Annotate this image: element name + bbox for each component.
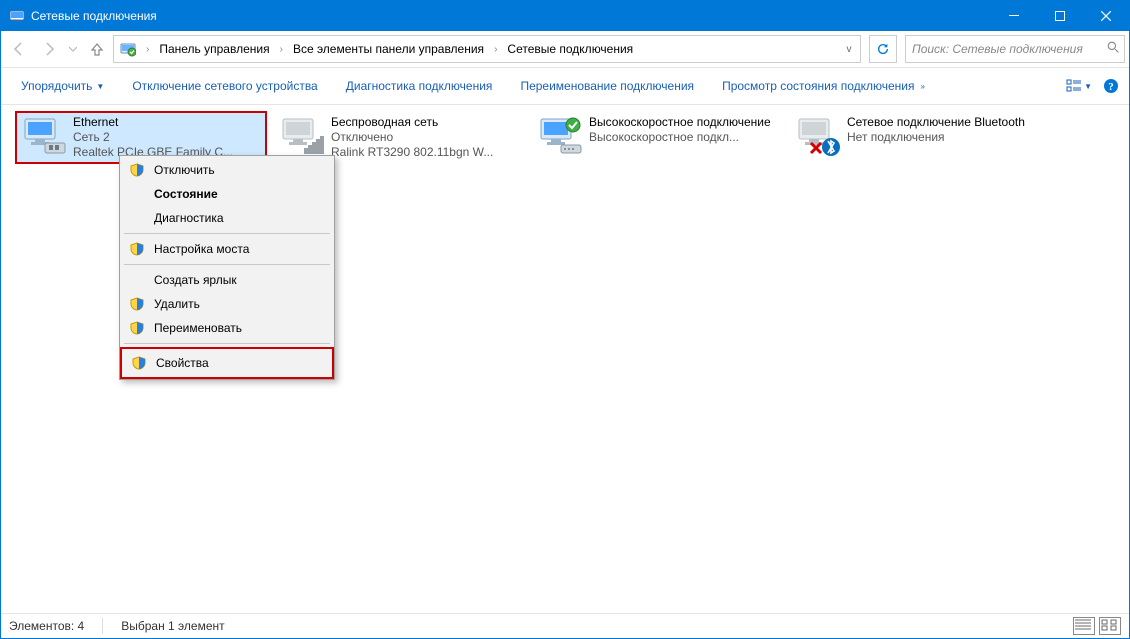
menu-rename[interactable]: Переименовать <box>122 316 332 340</box>
menu-label: Свойства <box>156 356 320 370</box>
history-dropdown[interactable] <box>65 35 81 63</box>
chevron-right-icon[interactable]: › <box>140 44 155 55</box>
menu-label: Диагностика <box>154 211 322 225</box>
cmd-label: Переименование подключения <box>520 79 694 93</box>
menu-label: Состояние <box>154 187 322 201</box>
organize-label: Упорядочить <box>21 79 92 93</box>
shield-icon <box>128 240 146 258</box>
status-selection: Выбран 1 элемент <box>121 619 224 633</box>
chevron-right-icon[interactable]: › <box>488 44 503 55</box>
status-bar: Элементов: 4 Выбран 1 элемент <box>1 613 1129 638</box>
title-bar[interactable]: Сетевые подключения <box>1 1 1129 31</box>
shield-icon <box>128 161 146 179</box>
connection-name: Ethernet <box>73 115 263 130</box>
window-title: Сетевые подключения <box>31 9 157 23</box>
chevron-down-icon: ▼ <box>1084 82 1092 91</box>
menu-label: Настройка моста <box>154 242 322 256</box>
menu-create-shortcut[interactable]: Создать ярлык <box>122 268 332 292</box>
cmd-label: Отключение сетевого устройства <box>132 79 317 93</box>
menu-disable[interactable]: Отключить <box>122 158 332 182</box>
menu-separator <box>124 233 330 234</box>
diagnose-cmd[interactable]: Диагностика подключения <box>332 68 507 104</box>
menu-properties[interactable]: Свойства <box>124 351 330 375</box>
menu-status[interactable]: Состояние <box>122 182 332 206</box>
wifi-icon <box>277 115 325 157</box>
breadcrumb-mid[interactable]: Все элементы панели управления <box>289 42 488 56</box>
shield-icon <box>128 295 146 313</box>
search-input[interactable] <box>910 41 1103 57</box>
breadcrumb-dropdown[interactable]: v <box>840 44 858 55</box>
cmd-label: Диагностика подключения <box>346 79 493 93</box>
chevron-right-icon: » <box>921 82 925 91</box>
help-button[interactable]: ? <box>1099 74 1123 98</box>
menu-label: Переименовать <box>154 321 322 335</box>
shield-icon <box>128 319 146 337</box>
menu-separator <box>124 264 330 265</box>
search-box[interactable] <box>905 35 1125 63</box>
icons-view-button[interactable] <box>1099 617 1121 635</box>
maximize-button[interactable] <box>1037 1 1083 31</box>
forward-button[interactable] <box>35 35 63 63</box>
ethernet-icon <box>19 115 67 157</box>
details-view-button[interactable] <box>1073 617 1095 635</box>
window: Сетевые подключения <box>0 0 1130 639</box>
highlighted-menu-item: Свойства <box>120 347 334 379</box>
disable-device-cmd[interactable]: Отключение сетевого устройства <box>118 68 331 104</box>
command-bar: Упорядочить ▼ Отключение сетевого устрой… <box>1 68 1129 105</box>
connection-status: Отключено <box>331 130 521 145</box>
address-bar: › Панель управления › Все элементы панел… <box>1 31 1129 68</box>
breadcrumb-leaf[interactable]: Сетевые подключения <box>503 42 637 56</box>
connection-device: Ralink RT3290 802.11bgn W... <box>331 145 521 160</box>
cmd-label: Просмотр состояния подключения <box>722 79 914 93</box>
view-status-cmd[interactable]: Просмотр состояния подключения » <box>708 68 939 104</box>
connection-status: Нет подключения <box>847 130 1037 145</box>
chevron-down-icon: ▼ <box>96 82 104 91</box>
breadcrumb[interactable]: › Панель управления › Все элементы панел… <box>113 35 861 63</box>
menu-delete[interactable]: Удалить <box>122 292 332 316</box>
status-item-count: Элементов: 4 <box>9 619 84 633</box>
menu-diagnose[interactable]: Диагностика <box>122 206 332 230</box>
refresh-button[interactable] <box>869 35 897 63</box>
minimize-button[interactable] <box>991 1 1037 31</box>
up-button[interactable] <box>83 35 111 63</box>
connection-bluetooth[interactable]: Сетевое подключение Bluetooth Нет подклю… <box>791 113 1039 159</box>
content-area[interactable]: Ethernet Сеть 2 Realtek PCIe GBE Family … <box>1 105 1129 613</box>
menu-label: Удалить <box>154 297 322 311</box>
context-menu: Отключить Состояние Диагностика Настройк… <box>119 155 335 380</box>
back-button[interactable] <box>5 35 33 63</box>
menu-label: Создать ярлык <box>154 273 322 287</box>
menu-bridge[interactable]: Настройка моста <box>122 237 332 261</box>
separator <box>102 618 103 634</box>
menu-separator <box>124 343 330 344</box>
chevron-right-icon[interactable]: › <box>274 44 289 55</box>
svg-text:?: ? <box>1108 81 1114 93</box>
organize-menu[interactable]: Упорядочить ▼ <box>7 68 118 104</box>
close-button[interactable] <box>1083 1 1129 31</box>
app-icon <box>9 8 25 24</box>
connection-status: Сеть 2 <box>73 130 263 145</box>
breadcrumb-root[interactable]: Панель управления <box>155 42 273 56</box>
search-icon <box>1107 41 1120 57</box>
view-mode-button[interactable]: ▼ <box>1061 73 1097 99</box>
connection-broadband[interactable]: Высокоскоростное подключение Высокоскоро… <box>533 113 781 159</box>
broadband-icon <box>535 115 583 157</box>
control-panel-icon <box>120 41 136 57</box>
connection-name: Беспроводная сеть <box>331 115 521 130</box>
connection-status: Высокоскоростное подкл... <box>589 130 779 145</box>
menu-label: Отключить <box>154 163 322 177</box>
bluetooth-icon <box>793 115 841 157</box>
rename-cmd[interactable]: Переименование подключения <box>506 68 708 104</box>
shield-icon <box>130 354 148 372</box>
connection-name: Высокоскоростное подключение <box>589 115 779 130</box>
connection-name: Сетевое подключение Bluetooth <box>847 115 1037 130</box>
